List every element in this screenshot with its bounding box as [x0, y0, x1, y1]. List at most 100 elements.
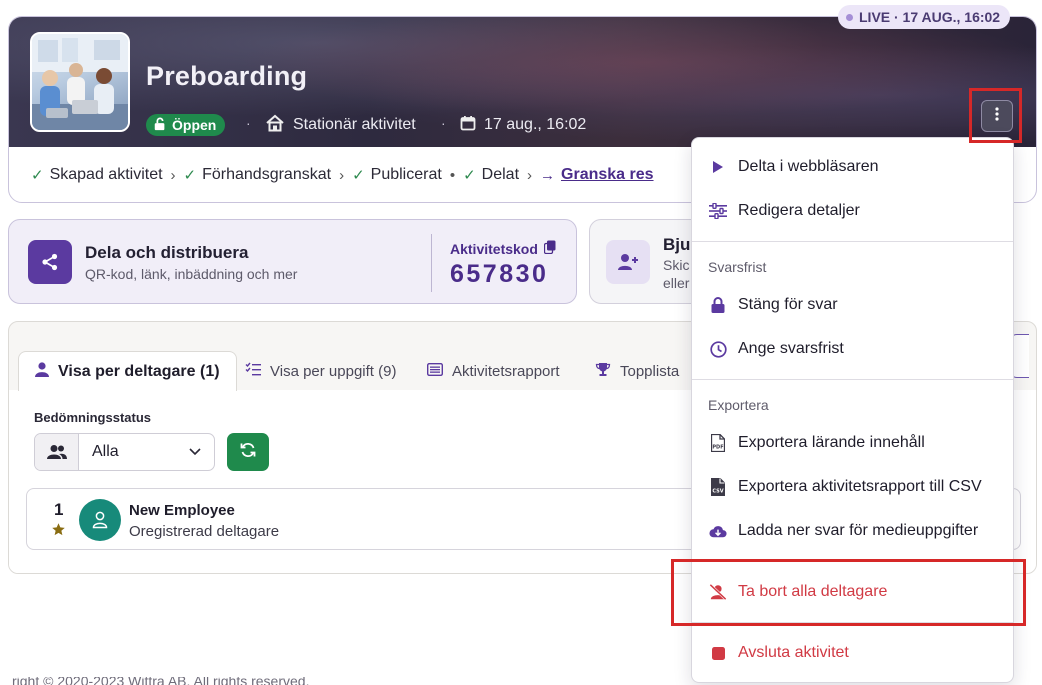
chevron-down-icon: [176, 434, 214, 470]
review-results-link[interactable]: Granska res: [561, 166, 654, 184]
menu-item-label: Ange svarsfrist: [738, 340, 844, 357]
status-label: Öppen: [172, 117, 217, 133]
checklist-icon: [245, 362, 261, 380]
menu-item-set-deadline[interactable]: Ange svarsfrist: [692, 329, 1013, 369]
clock-icon: [709, 340, 727, 358]
share-card-subtitle: QR-kod, länk, inbäddning och mer: [85, 266, 298, 282]
activity-type: Stationär aktivitet: [265, 114, 416, 136]
menu-item-label: Exportera lärande innehåll: [738, 434, 925, 451]
copy-icon[interactable]: [543, 240, 556, 257]
check-icon: ✓: [352, 167, 365, 184]
trophy-icon: [595, 362, 611, 381]
tab-activity-report[interactable]: Aktivitetsrapport: [426, 352, 560, 390]
live-badge-label: LIVE · 17 AUG., 16:02: [859, 9, 1001, 25]
refresh-button[interactable]: [227, 433, 269, 471]
chevron-right-icon: ›: [527, 166, 533, 184]
menu-item-label: Redigera detaljer: [738, 202, 860, 219]
avatar: [79, 499, 121, 541]
step-label: Skapad aktivitet: [49, 166, 163, 183]
users-icon: [35, 434, 79, 470]
divider: [692, 561, 1013, 562]
menu-item-label: Avsluta aktivitet: [738, 644, 849, 661]
activity-code-label[interactable]: Aktivitetskod: [450, 240, 556, 257]
step-review-results[interactable]: → Granska res: [540, 166, 654, 184]
activity-thumbnail: [30, 32, 130, 132]
menu-item-label: Ta bort alla deltagare: [738, 583, 888, 600]
menu-item-download-media-responses[interactable]: Ladda ner svar för medieuppgifter: [692, 511, 1013, 551]
step-created: ✓ Skapad aktivitet: [31, 166, 163, 184]
menu-item-export-csv[interactable]: CSV Exportera aktivitetsrapport till CSV: [692, 467, 1013, 507]
step-previewed: ✓ Förhandsgranskat: [184, 166, 332, 184]
activity-code: 657830: [450, 260, 549, 288]
add-user-icon: [606, 240, 650, 284]
svg-text:PDF: PDF: [712, 445, 723, 451]
filter-label: Bedömningsstatus: [34, 410, 152, 425]
status-badge: Öppen: [146, 114, 226, 136]
menu-item-join-in-browser[interactable]: Delta i webbläsaren: [692, 147, 1013, 187]
live-badge: LIVE · 17 AUG., 16:02: [838, 5, 1011, 29]
assessment-status-select[interactable]: Alla: [34, 433, 215, 471]
tab-label: Aktivitetsrapport: [452, 362, 560, 380]
team-photo-illustration: [32, 34, 128, 130]
svg-text:CSV: CSV: [712, 489, 723, 495]
lock-icon: [709, 296, 727, 314]
pdf-file-icon: PDF: [709, 434, 727, 452]
step-published: ✓ Publicerat: [352, 166, 442, 184]
progress-steps: ✓ Skapad aktivitet › ✓ Förhandsgranskat …: [31, 163, 654, 187]
tab-by-participant[interactable]: Visa per deltagare (1): [18, 351, 237, 391]
section-header-deadline: Svarsfrist: [708, 259, 767, 275]
sliders-icon: [709, 202, 727, 220]
divider: [692, 379, 1013, 380]
menu-item-remove-all-participants[interactable]: Ta bort alla deltagare: [692, 572, 1013, 612]
csv-file-icon: CSV: [709, 478, 727, 496]
tab-by-task[interactable]: Visa per uppgift (9): [245, 352, 396, 390]
section-header-export: Exportera: [708, 397, 769, 413]
step-shared: ✓ Delat: [463, 166, 519, 184]
report-icon: [426, 362, 444, 380]
activity-date-label: 17 aug., 16:02: [484, 116, 587, 133]
check-icon: ✓: [31, 167, 44, 184]
check-icon: ✓: [183, 167, 197, 184]
user-icon: [35, 361, 49, 382]
menu-item-close-responses[interactable]: Stäng för svar: [692, 285, 1013, 325]
star-icon: [51, 522, 66, 542]
divider: [692, 622, 1013, 623]
refresh-icon: [240, 442, 256, 463]
menu-item-label: Ladda ner svar för medieuppgifter: [738, 522, 979, 539]
invite-card-subtitle: Skic: [663, 257, 690, 273]
menu-item-export-learning-content[interactable]: PDF Exportera lärande innehåll: [692, 423, 1013, 463]
share-card[interactable]: Dela och distribuera QR-kod, länk, inbäd…: [8, 219, 577, 304]
stop-icon: [709, 644, 727, 662]
unlock-icon: [153, 117, 167, 134]
activity-date: 17 aug., 16:02: [460, 114, 586, 136]
menu-item-label: Exportera aktivitetsrapport till CSV: [738, 478, 982, 495]
menu-item-end-activity[interactable]: Avsluta aktivitet: [692, 633, 1013, 673]
participant-name: New Employee: [129, 502, 235, 519]
share-card-title: Dela och distribuera: [85, 243, 249, 262]
user-outline-icon: [92, 511, 108, 529]
menu-item-label: Delta i webbläsaren: [738, 158, 879, 175]
calendar-icon: [460, 115, 476, 136]
chevron-right-icon: ›: [339, 166, 345, 184]
menu-item-label: Stäng för svar: [738, 296, 838, 313]
tab-leaderboard[interactable]: Topplista: [595, 352, 679, 390]
tab-label: Visa per uppgift (9): [270, 362, 397, 380]
activity-type-label: Stationär aktivitet: [293, 116, 416, 133]
menu-item-edit-details[interactable]: Redigera detaljer: [692, 191, 1013, 231]
separator-dot: ·: [441, 115, 446, 131]
activity-title: Preboarding: [146, 61, 308, 91]
divider: [431, 234, 432, 292]
participant-subtitle: Oregistrerad deltagare: [129, 523, 280, 540]
check-icon: ✓: [463, 167, 476, 184]
cloud-download-icon: [709, 522, 727, 540]
more-options-menu: Delta i webbläsaren Redigera detaljer Sv…: [691, 137, 1014, 683]
more-options-button[interactable]: [981, 100, 1013, 132]
activity-code-label-text: Aktivitetskod: [450, 240, 538, 257]
separator-dot: ·: [246, 115, 251, 131]
home-building-icon: [265, 114, 285, 137]
play-icon: [709, 158, 727, 176]
tab-label: Visa per deltagare (1): [58, 362, 220, 380]
share-icon: [28, 240, 72, 284]
invite-card-subtitle: eller: [663, 275, 690, 291]
remove-user-icon: [709, 583, 727, 601]
